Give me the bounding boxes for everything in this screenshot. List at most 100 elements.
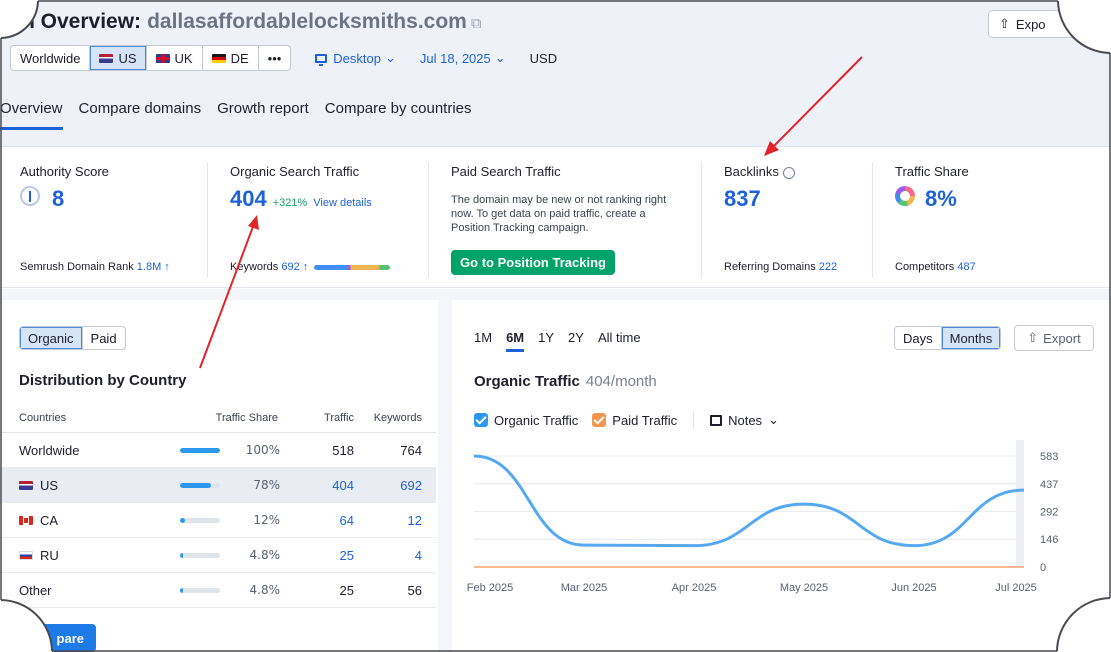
chevron-down-icon[interactable]: ⌄: [768, 412, 779, 428]
notes-dropdown[interactable]: Notes: [728, 413, 762, 428]
range-all-time[interactable]: All time: [598, 330, 641, 352]
table-row[interactable]: RU 4.8% 25 4: [0, 538, 436, 573]
organic-growth: +321%: [272, 197, 308, 209]
location-label: UK: [174, 50, 193, 66]
divider: [701, 162, 702, 278]
competitors-summary: Competitors 487: [895, 261, 976, 273]
location-us[interactable]: US: [90, 46, 147, 70]
toggle-paid[interactable]: Paid: [83, 327, 125, 349]
domain-name[interactable]: dallasaffordablelocksmiths.com: [147, 10, 467, 33]
location-uk[interactable]: UK: [147, 46, 203, 70]
share-bar-fill: [180, 587, 184, 593]
chart-export-button[interactable]: ⇧ Export: [1014, 325, 1094, 351]
granularity-toggle: Days Months: [894, 326, 1002, 350]
domain-rank-value[interactable]: 1.8M ↑: [137, 261, 170, 273]
traffic-cell[interactable]: 64: [280, 513, 354, 528]
authority-gauge-icon: [20, 186, 40, 206]
organic-traffic-value: 404 +321% View details: [230, 186, 372, 212]
organic-traffic-line[interactable]: [473, 454, 1025, 548]
location-label: US: [118, 50, 137, 66]
range-2y[interactable]: 2Y: [568, 330, 584, 352]
traffic-cell: 518: [332, 442, 354, 458]
date-dropdown[interactable]: Jul 18, 2025 ⌄: [420, 50, 506, 66]
referring-domains-value[interactable]: 222: [819, 261, 837, 273]
organic-traffic-chart[interactable]: 0 146 292 437 583 Feb 2025 Mar 2025 Apr 2025 May…: [452, 440, 1111, 600]
y-tick-label: 437: [1040, 479, 1058, 491]
x-tick-label: Jul 2025: [995, 582, 1037, 594]
toggle-organic[interactable]: Organic: [20, 327, 83, 349]
location-label: DE: [230, 50, 249, 66]
location-worldwide[interactable]: Worldwide: [11, 46, 91, 70]
legend-organic[interactable]: Organic Traffic: [494, 413, 578, 428]
x-tick-label: Mar 2025: [561, 582, 607, 594]
keywords-cell[interactable]: 4: [354, 548, 430, 563]
table-row[interactable]: CA 12% 64 12: [0, 503, 436, 538]
compare-button[interactable]: pare: [0, 624, 96, 652]
view-details-link[interactable]: View details: [313, 197, 372, 209]
traffic-cell[interactable]: 25: [280, 548, 354, 563]
tab-overview[interactable]: Overview: [0, 100, 63, 130]
keywords-distribution-bar: [314, 264, 391, 270]
header: h Overview: dallasaffordablelocksmiths.co…: [0, 0, 1111, 147]
y-tick-label: 292: [1040, 506, 1058, 518]
organic-checkbox[interactable]: [474, 413, 488, 427]
x-tick-label: Apr 2025: [672, 582, 717, 594]
more-locations-button[interactable]: •••: [259, 46, 291, 70]
backlinks-card: Backlinks 837 Referring Domains 222: [724, 148, 864, 280]
go-to-position-tracking-button[interactable]: Go to Position Tracking: [451, 250, 615, 275]
external-link-icon[interactable]: ⧉: [471, 15, 482, 32]
distribution-title: Distribution by Country: [19, 372, 187, 389]
tab-growth-report[interactable]: Growth report: [217, 100, 309, 130]
country-name: Worldwide: [19, 442, 80, 458]
col-keywords[interactable]: Keywords: [354, 412, 430, 424]
keywords-cell[interactable]: 692: [354, 478, 430, 493]
ru-flag-icon: [19, 550, 33, 560]
referring-domains: Referring Domains 222: [724, 261, 837, 273]
col-traffic[interactable]: Traffic: [280, 412, 354, 424]
table-row[interactable]: Other 4.8% 25 56: [0, 573, 436, 608]
x-tick-label: May 2025: [780, 582, 828, 594]
country-label: US: [40, 477, 59, 493]
tab-compare-domains[interactable]: Compare domains: [79, 100, 202, 130]
export-button[interactable]: ⇧ Expo: [988, 10, 1088, 38]
paid-checkbox[interactable]: [592, 413, 607, 427]
y-tick-label: 583: [1040, 451, 1058, 463]
ca-flag-icon: [19, 515, 33, 525]
share-bar-fill: [180, 517, 185, 523]
share-percent: 4.8%: [249, 583, 281, 597]
divider: [872, 162, 873, 278]
metrics-row: Authority Score 8 Semrush Domain Rank 1.…: [0, 148, 1111, 288]
authority-score-value[interactable]: 8: [20, 186, 64, 212]
keywords-value[interactable]: 692 ↑: [281, 261, 308, 273]
traffic-cell: 25: [339, 582, 354, 598]
range-6m[interactable]: 6M: [506, 330, 525, 352]
legend-paid[interactable]: Paid Traffic: [612, 413, 677, 428]
donut-chart-icon: [895, 186, 915, 206]
globe-icon[interactable]: [782, 166, 795, 179]
de-flag-icon: [211, 53, 226, 63]
traffic-share-value[interactable]: 8%: [895, 186, 957, 212]
hover-band: [1016, 440, 1024, 567]
col-traffic-share[interactable]: Traffic Share: [160, 412, 280, 424]
table-row[interactable]: Worldwide 100% 518 764: [0, 433, 436, 468]
location-de[interactable]: DE: [203, 46, 259, 70]
competitors-value[interactable]: 487: [957, 261, 975, 273]
keywords-cell[interactable]: 12: [354, 513, 430, 528]
range-1m[interactable]: 1M: [474, 330, 492, 352]
table-header: Countries Traffic Share Traffic Keywords: [0, 403, 436, 433]
toggle-days[interactable]: Days: [895, 327, 942, 349]
monitor-icon: [315, 53, 328, 66]
col-countries: Countries: [19, 411, 67, 424]
share-bar: [180, 587, 220, 593]
table-row[interactable]: US 78% 404 692: [0, 468, 436, 503]
keywords-label: Keywords: [230, 261, 279, 273]
chart-title: Organic Traffic 404/month: [474, 373, 657, 390]
tab-compare-by-countries[interactable]: Compare by countries: [325, 100, 472, 130]
traffic-cell[interactable]: 404: [280, 478, 354, 493]
organic-traffic-number[interactable]: 404: [230, 186, 267, 212]
range-1y[interactable]: 1Y: [538, 330, 554, 352]
share-bar: [180, 552, 220, 558]
toggle-months[interactable]: Months: [941, 327, 1001, 349]
backlinks-value[interactable]: 837: [724, 186, 761, 212]
device-dropdown[interactable]: Desktop ⌄: [315, 50, 396, 66]
